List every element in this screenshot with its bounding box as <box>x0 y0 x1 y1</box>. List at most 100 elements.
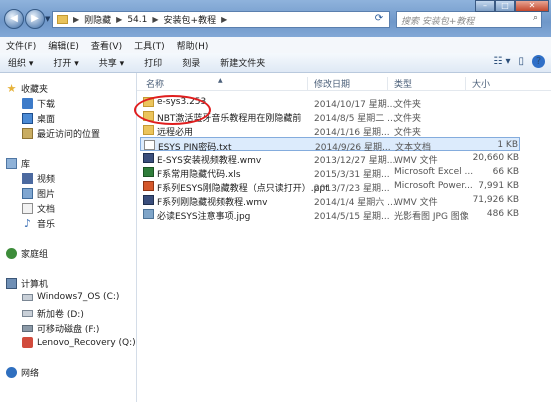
menu-view[interactable]: 查看(V) <box>85 39 128 52</box>
nav-favorites[interactable]: ★ 收藏夹 <box>6 82 48 95</box>
text-file-icon <box>144 140 155 150</box>
column-headers: 名称 ▲ 修改日期 类型 大小 <box>137 73 551 91</box>
recent-places-icon <box>22 128 33 139</box>
nav-recent-places[interactable]: 最近访问的位置 <box>22 127 100 140</box>
column-header-size[interactable]: 大小 <box>472 77 490 90</box>
column-header-name[interactable]: 名称 <box>146 77 164 90</box>
chevron-right-icon[interactable]: ▶ <box>219 15 229 24</box>
nav-homegroup[interactable]: 家庭组 <box>6 247 48 260</box>
window-controls: – □ ✕ <box>475 0 549 12</box>
open-button[interactable]: 打开 ▾ <box>43 56 88 69</box>
file-row[interactable]: F系列ESYS刚隐藏教程（点只读打开）.ppt 2013/7/23 星期... … <box>140 179 520 194</box>
column-divider[interactable] <box>465 77 466 90</box>
command-bar: 组织 ▾ 打开 ▾ 共享 ▾ 打印 刻录 新建文件夹 ☷ ▾ ▯ ? <box>0 53 551 73</box>
column-header-date[interactable]: 修改日期 <box>314 77 350 90</box>
desktop-icon <box>22 113 33 124</box>
file-row[interactable]: E-SYS安装视频教程.wmv 2013/12/27 星期... WMV 文件 … <box>140 151 520 166</box>
column-divider[interactable] <box>387 77 388 90</box>
folder-icon <box>143 111 154 121</box>
video-file-icon <box>143 195 154 205</box>
file-size: 486 KB <box>486 209 519 219</box>
breadcrumb-segment[interactable]: 安装包+教程 <box>161 13 220 26</box>
nav-videos[interactable]: 视频 <box>22 172 55 185</box>
menu-file[interactable]: 文件(F) <box>0 39 42 52</box>
nav-downloads[interactable]: 下载 <box>22 97 55 110</box>
column-divider[interactable] <box>307 77 308 90</box>
share-button[interactable]: 共享 ▾ <box>89 56 134 69</box>
burn-button[interactable]: 刻录 <box>172 56 210 69</box>
preview-pane-icon[interactable]: ▯ <box>518 56 524 67</box>
print-button[interactable]: 打印 <box>134 56 172 69</box>
nav-label: 文档 <box>37 205 56 215</box>
file-row[interactable]: F系常用隐藏代码.xls 2015/3/31 星期... Microsoft E… <box>140 165 520 180</box>
nav-drive-d[interactable]: 新加卷 (D:) <box>22 307 84 320</box>
chevron-right-icon[interactable]: ▶ <box>150 15 160 24</box>
homegroup-icon <box>6 248 17 259</box>
removable-drive-icon <box>22 325 33 332</box>
chevron-right-icon[interactable]: ▶ <box>114 15 124 24</box>
back-button[interactable]: ◀ <box>4 9 24 29</box>
nav-label: 计算机 <box>21 280 49 290</box>
address-bar[interactable]: ▶ 刚隐藏 ▶ 54.1 ▶ 安装包+教程 ▶ <box>52 11 390 28</box>
folder-icon <box>143 125 154 135</box>
folder-icon <box>57 15 68 24</box>
menu-tools[interactable]: 工具(T) <box>128 39 171 52</box>
nav-label: 图片 <box>37 190 56 200</box>
nav-label: 可移动磁盘 (F:) <box>37 325 100 335</box>
nav-label: 音乐 <box>37 220 56 230</box>
refresh-icon[interactable]: ⟳ <box>372 13 386 26</box>
nav-desktop[interactable]: 桌面 <box>22 112 55 125</box>
help-icon[interactable]: ? <box>532 55 545 68</box>
file-row[interactable]: NBT激活蓝牙音乐教程用在刚隐藏前 2014/8/5 星期二 ... 文件夹 <box>140 109 520 124</box>
forward-button[interactable]: ▶ <box>25 9 45 29</box>
file-name: 必读ESYS注意事项.jpg <box>157 212 251 222</box>
nav-label: 下载 <box>37 100 56 110</box>
nav-label: 网络 <box>21 369 40 379</box>
nav-label: 收藏夹 <box>21 85 49 95</box>
breadcrumb-segment[interactable]: 54.1 <box>124 15 150 25</box>
close-button[interactable]: ✕ <box>515 0 549 12</box>
search-input[interactable]: 搜索 安装包+教程 ⌕ <box>396 11 542 28</box>
folder-icon <box>143 97 154 107</box>
nav-network[interactable]: 网络 <box>6 366 39 379</box>
chevron-right-icon[interactable]: ▶ <box>71 15 81 24</box>
nav-computer[interactable]: 计算机 <box>6 277 48 290</box>
menu-help[interactable]: 帮助(H) <box>171 39 215 52</box>
file-date: 2014/5/15 星期... <box>314 212 390 222</box>
document-library-icon <box>22 203 33 214</box>
sort-ascending-icon: ▲ <box>218 77 223 84</box>
file-row[interactable]: e-sys3.253 2014/10/17 星期... 文件夹 <box>140 95 520 110</box>
new-folder-button[interactable]: 新建文件夹 <box>210 56 275 69</box>
organize-button[interactable]: 组织 ▾ <box>0 56 43 69</box>
file-size: 7,991 KB <box>478 181 519 191</box>
recent-pages-dropdown[interactable]: ▼ <box>45 15 50 23</box>
menu-bar: 文件(F) 编辑(E) 查看(V) 工具(T) 帮助(H) <box>0 37 551 54</box>
file-row[interactable]: F系列刚隐藏视频教程.wmv 2014/1/4 星期六 ... WMV 文件 7… <box>140 193 520 208</box>
nav-drive-f[interactable]: 可移动磁盘 (F:) <box>22 322 99 335</box>
file-row-selected[interactable]: ESYS PIN密码.txt 2014/9/26 星期... 文本文档 1 KB <box>140 137 520 153</box>
menu-edit[interactable]: 编辑(E) <box>42 39 85 52</box>
file-type: 光影看图 JPG 图像 <box>394 212 469 222</box>
file-size: 1 KB <box>497 140 518 150</box>
maximize-button[interactable]: □ <box>495 0 515 12</box>
nav-music[interactable]: ♪ 音乐 <box>22 217 55 230</box>
nav-label: Lenovo_Recovery (Q:) <box>37 337 136 348</box>
file-name: e-sys3.253 <box>157 97 207 107</box>
nav-drive-q[interactable]: Lenovo_Recovery (Q:) <box>22 337 136 348</box>
file-row[interactable]: 必读ESYS注意事项.jpg 2014/5/15 星期... 光影看图 JPG … <box>140 207 520 222</box>
file-type: Microsoft Power... <box>394 181 473 191</box>
view-options-icon[interactable]: ☷ ▾ <box>493 56 510 67</box>
nav-documents[interactable]: 文档 <box>22 202 55 215</box>
search-placeholder: 搜索 安装包+教程 <box>401 17 475 27</box>
search-icon[interactable]: ⌕ <box>533 13 538 23</box>
minimize-button[interactable]: – <box>475 0 495 12</box>
file-row[interactable]: 远程必用 2014/1/16 星期... 文件夹 <box>140 123 520 138</box>
nav-pictures[interactable]: 图片 <box>22 187 55 200</box>
column-header-type[interactable]: 类型 <box>394 77 412 90</box>
breadcrumb-segment[interactable]: 刚隐藏 <box>81 13 114 26</box>
nav-label: 新加卷 (D:) <box>37 310 84 320</box>
computer-icon <box>6 278 17 289</box>
nav-drive-c[interactable]: Windows7_OS (C:) <box>22 292 119 302</box>
nav-libraries[interactable]: 库 <box>6 157 30 170</box>
recovery-drive-icon <box>22 337 33 348</box>
